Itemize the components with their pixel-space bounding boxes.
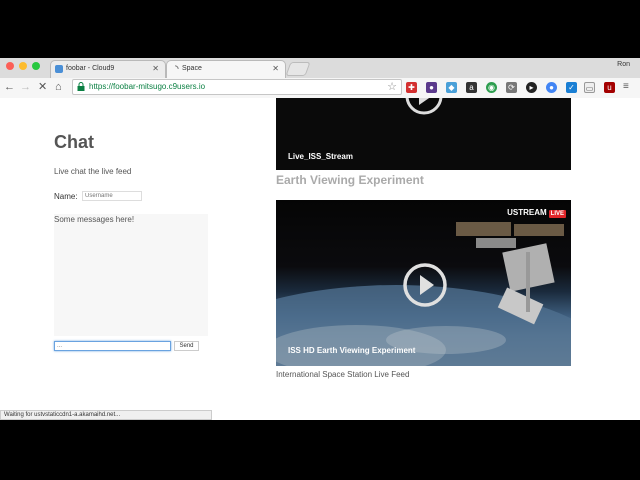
name-label: Name: xyxy=(54,192,78,201)
lock-icon xyxy=(77,82,85,91)
extension-icon[interactable]: ◉ xyxy=(486,82,497,93)
stop-button[interactable]: ✕ xyxy=(38,80,47,94)
ustream-brand: USTREAM xyxy=(507,208,547,217)
amazon-icon[interactable]: a xyxy=(466,82,477,93)
url-text: https://foobar-mitsugo.c9users.io xyxy=(89,82,206,91)
play-icon[interactable] xyxy=(404,98,444,116)
status-bar: Waiting for ustvstaticcdn1-a.akamaihd.ne… xyxy=(0,410,212,420)
cast-icon[interactable]: ▭ xyxy=(584,82,595,93)
messages-box: Some messages here! xyxy=(54,214,208,336)
play-icon[interactable] xyxy=(402,262,448,308)
section-heading: Earth Viewing Experiment xyxy=(276,173,424,187)
maximize-window-icon[interactable] xyxy=(32,62,40,70)
close-tab-icon[interactable]: ✕ xyxy=(152,64,159,73)
browser-window: foobar - Cloud9 ✕ Space ✕ Ron ← → ✕ ⌂ ht… xyxy=(0,58,640,420)
video-title: ISS HD Earth Viewing Experiment xyxy=(288,346,416,355)
username-input[interactable] xyxy=(82,191,142,201)
back-button[interactable]: ← xyxy=(4,80,15,94)
close-tab-icon[interactable]: ✕ xyxy=(272,64,279,73)
bookmark-star-icon[interactable]: ☆ xyxy=(387,80,397,93)
forward-button[interactable]: → xyxy=(20,80,31,94)
send-button[interactable]: Send xyxy=(174,341,199,351)
live-badge: LIVE xyxy=(548,210,566,218)
extension-icon[interactable]: ▸ xyxy=(526,82,537,93)
page-content: Chat Live chat the live feed Name: Some … xyxy=(0,98,640,420)
live-iss-stream-player[interactable]: Live_ISS_Stream xyxy=(276,98,571,170)
loading-icon xyxy=(174,65,179,70)
new-tab-button[interactable] xyxy=(285,62,311,76)
tab-strip: foobar - Cloud9 ✕ Space ✕ Ron xyxy=(0,58,640,78)
extension-icon[interactable]: ● xyxy=(426,82,437,93)
extension-icon[interactable]: ⟳ xyxy=(506,82,517,93)
close-window-icon[interactable] xyxy=(6,62,14,70)
video-caption: International Space Station Live Feed xyxy=(276,370,410,379)
chrome-icon[interactable]: ● xyxy=(546,82,557,93)
ustream-logo: USTREAM LIVE xyxy=(507,208,566,218)
messages-text: Some messages here! xyxy=(54,215,135,224)
chat-subtitle: Live chat the live feed xyxy=(54,167,132,176)
tab-space[interactable]: Space ✕ xyxy=(166,60,286,78)
chat-title: Chat xyxy=(54,132,94,152)
tab-cloud9[interactable]: foobar - Cloud9 ✕ xyxy=(50,60,166,78)
menu-icon[interactable]: ≡ xyxy=(623,80,629,94)
home-button[interactable]: ⌂ xyxy=(55,80,62,94)
video-title: Live_ISS_Stream xyxy=(288,152,353,161)
toolbar: ← → ✕ ⌂ https://foobar-mitsugo.c9users.i… xyxy=(0,78,640,99)
address-bar[interactable]: https://foobar-mitsugo.c9users.io ☆ xyxy=(72,79,402,95)
extension-icon[interactable]: ◆ xyxy=(446,82,457,93)
extension-icon[interactable]: ✓ xyxy=(566,82,577,93)
earth-viewing-player[interactable]: USTREAM LIVE ISS HD Earth Viewing Experim… xyxy=(276,200,571,366)
tab-label: Space xyxy=(182,65,202,72)
cloud9-icon xyxy=(55,65,63,73)
extension-icon[interactable]: ✚ xyxy=(406,82,417,93)
profile-name[interactable]: Ron xyxy=(617,61,630,68)
message-input[interactable] xyxy=(54,341,171,351)
tab-label: foobar - Cloud9 xyxy=(66,65,115,72)
ublock-icon[interactable]: u xyxy=(604,82,615,93)
minimize-window-icon[interactable] xyxy=(19,62,27,70)
